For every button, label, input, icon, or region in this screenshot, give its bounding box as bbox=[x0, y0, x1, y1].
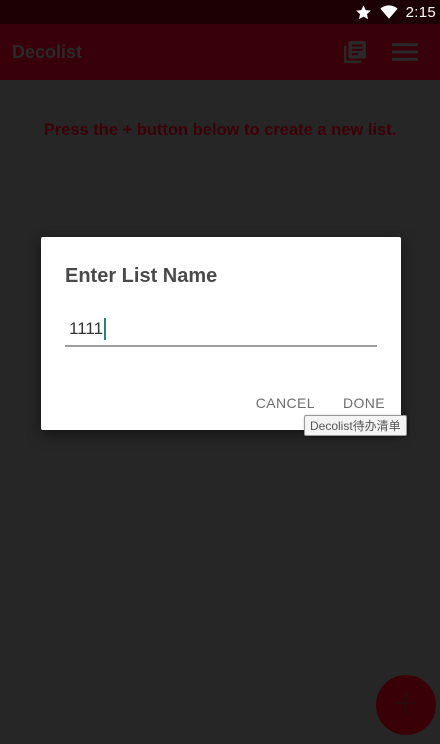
tooltip: Decolist待办清单 bbox=[304, 415, 407, 436]
empty-state-hint: Press the + button below to create a new… bbox=[43, 121, 397, 139]
status-bar: 2:15 bbox=[0, 0, 440, 24]
app-bar-actions bbox=[340, 38, 420, 66]
star-icon bbox=[355, 4, 372, 21]
library-books-icon[interactable] bbox=[340, 38, 370, 66]
list-name-input[interactable]: 1111 bbox=[65, 313, 377, 347]
done-button[interactable]: DONE bbox=[343, 395, 385, 411]
dialog-title: Enter List Name bbox=[65, 265, 218, 287]
enter-list-name-dialog: Enter List Name 1111 CANCEL DONE bbox=[41, 237, 401, 430]
list-name-value: 1111 bbox=[69, 319, 104, 338]
add-list-button[interactable] bbox=[376, 675, 436, 735]
status-time: 2:15 bbox=[405, 3, 436, 21]
wifi-icon bbox=[379, 4, 398, 20]
menu-icon[interactable] bbox=[390, 38, 420, 66]
dialog-actions: CANCEL DONE bbox=[256, 395, 385, 411]
text-caret bbox=[104, 318, 107, 340]
app-title: Decolist bbox=[12, 41, 83, 62]
plus-icon bbox=[392, 689, 420, 722]
app-bar: Decolist bbox=[0, 24, 440, 80]
cancel-button[interactable]: CANCEL bbox=[256, 395, 315, 411]
